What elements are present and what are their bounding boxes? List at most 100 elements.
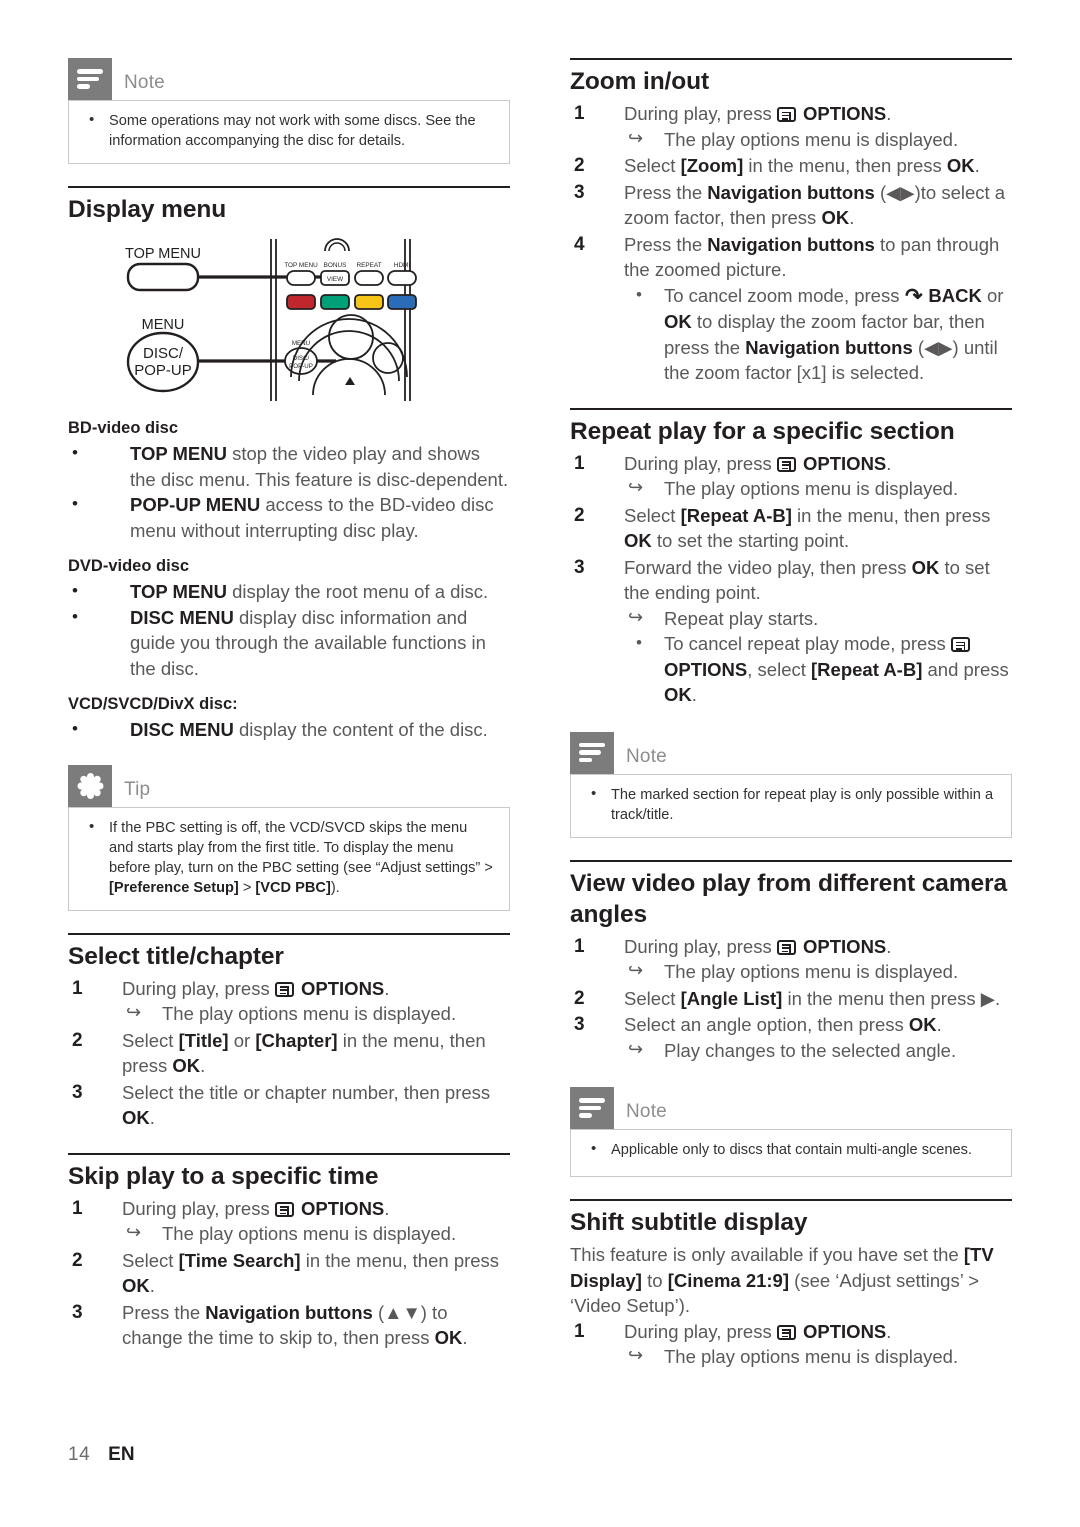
step-text: Press the Navigation buttons to pan thro…: [624, 233, 1000, 281]
note-callout-top: Note Some operations may not work with s…: [68, 58, 510, 164]
step-text: Select [Angle List] in the menu then pre…: [624, 987, 1001, 1009]
note-callout-angles: Note Applicable only to discs that conta…: [570, 1087, 1012, 1177]
tip-icon: [68, 764, 112, 807]
step-item: 1 During play, press OPTIONS.The play opt…: [68, 1196, 510, 1247]
substep-result: Play changes to the selected angle.: [624, 1037, 1012, 1064]
step-item: 1 During play, press OPTIONS.The play opt…: [68, 976, 510, 1027]
step-text: Select [Repeat A-B] in the menu, then pr…: [624, 504, 991, 552]
section-heading-shift-subtitle: Shift subtitle display: [570, 1209, 808, 1236]
step-number: 1: [72, 977, 83, 999]
section-divider: [68, 932, 510, 935]
step-item: 2 Select [Title] or [Chapter] in the menu…: [68, 1028, 510, 1079]
section-divider: [68, 186, 510, 188]
manual-page: Note Some operations may not work with s…: [0, 0, 1080, 1527]
section-heading-select-title-chapter: Select title/chapter: [68, 942, 284, 970]
svg-text:POP-UP: POP-UP: [134, 362, 192, 379]
emphasis-text: OK: [911, 556, 940, 578]
list-item: TOP MENU display the root menu of a disc…: [68, 578, 510, 605]
note-callout-body: Some operations may not work with some d…: [68, 100, 510, 164]
emphasis-text: [Preference Setup]: [109, 879, 239, 896]
page-language: EN: [108, 1444, 135, 1465]
vcd-disc-list: DISC MENU display the content of the dis…: [68, 716, 510, 743]
key-description: display the root menu of a disc.: [226, 581, 489, 602]
step-substep-list: Play changes to the selected angle.: [624, 1037, 1012, 1064]
emphasis-text: [Chapter]: [255, 1029, 338, 1051]
step-text: During play, press OPTIONS.: [624, 452, 892, 474]
substep-bullet: To cancel zoom mode, press ↶ BACK or OK …: [624, 282, 1012, 386]
emphasis-text: OPTIONS: [664, 658, 748, 680]
emphasis-text: OK: [908, 1014, 937, 1035]
shift-subtitle-intro: This feature is only available if you ha…: [570, 1244, 994, 1316]
emphasis-text: OK: [122, 1107, 150, 1128]
emphasis-text: [Cinema 21:9]: [667, 1269, 790, 1291]
step-substep-list: The play options menu is displayed.: [624, 1343, 1012, 1370]
section-heading-skip-play: Skip play to a specific time: [68, 1162, 379, 1190]
emphasis-text: OK: [434, 1327, 463, 1348]
step-number: 3: [574, 181, 585, 203]
options-button-icon: [776, 456, 796, 472]
step-number: 2: [574, 155, 585, 176]
emphasis-text: OPTIONS: [301, 977, 385, 999]
two-column-layout: Note Some operations may not work with s…: [68, 58, 1012, 1371]
note-item: Some operations may not work with some d…: [83, 110, 495, 151]
step-substep-list: To cancel zoom mode, press ↶ BACK or OK …: [624, 282, 1012, 386]
repeat-section-steps: 1 During play, press OPTIONS.The play opt…: [570, 451, 1012, 708]
step-item: 1 During play, press OPTIONS.The play opt…: [570, 101, 1012, 152]
step-item: 3 Press the Navigation buttons (◀▶)to sel…: [570, 180, 1012, 231]
substep-result: The play options menu is displayed.: [122, 1000, 510, 1027]
page-footer: 14 EN: [68, 1444, 135, 1466]
emphasis-text: OPTIONS: [803, 103, 887, 124]
dvd-video-disc-list: TOP MENU display the root menu of a disc…: [68, 578, 510, 681]
step-text: During play, press OPTIONS.: [624, 103, 892, 124]
step-text: Select [Title] or [Chapter] in the menu,…: [122, 1029, 486, 1077]
svg-text:MENU: MENU: [142, 317, 185, 333]
substep-result: The play options menu is displayed.: [624, 958, 1012, 985]
key-name: DISC MENU: [130, 719, 234, 740]
step-text: Select [Zoom] in the menu, then press OK…: [624, 155, 980, 176]
step-text: Press the Navigation buttons (◀▶)to sele…: [624, 181, 1006, 229]
back-arrow-icon: ↶: [904, 284, 923, 308]
svg-text:VIEW: VIEW: [327, 276, 344, 283]
emphasis-text: OPTIONS: [803, 452, 887, 474]
step-number: 3: [72, 1081, 83, 1103]
emphasis-text: OK: [172, 1055, 201, 1076]
step-item: 3 Press the Navigation buttons (▲▼) to ch…: [68, 1300, 510, 1351]
step-item: 1 During play, press OPTIONS.The play opt…: [570, 451, 1012, 502]
section-divider: [570, 859, 1012, 862]
step-number: 2: [574, 987, 585, 1009]
note-callout-title: Note: [626, 745, 667, 767]
options-button-icon: [776, 1324, 796, 1340]
step-text: During play, press OPTIONS.: [624, 935, 892, 957]
substep-result: The play options menu is displayed.: [624, 475, 1012, 502]
section-divider: [570, 58, 1012, 60]
tip-callout: Tip If the PBC setting is off, the VCD/S…: [68, 764, 510, 911]
emphasis-text: OPTIONS: [301, 1197, 385, 1219]
note-item: Applicable only to discs that contain mu…: [585, 1139, 997, 1160]
note-callout-header: Note: [570, 731, 1012, 774]
step-text: During play, press OPTIONS.: [122, 1197, 390, 1219]
step-number: 4: [574, 233, 585, 255]
options-button-icon: [950, 637, 970, 652]
camera-angles-steps: 1 During play, press OPTIONS.The play opt…: [570, 934, 1012, 1064]
step-substep-list: The play options menu is displayed.: [122, 1000, 510, 1027]
step-text: Press the Navigation buttons (▲▼) to cha…: [122, 1301, 468, 1349]
step-item: 2 Select [Time Search] in the menu, then …: [68, 1248, 510, 1299]
step-text: Select [Time Search] in the menu, then p…: [122, 1249, 500, 1297]
left-column: Note Some operations may not work with s…: [68, 58, 510, 1371]
note-item: The marked section for repeat play is on…: [585, 784, 997, 825]
note-callout-header: Note: [68, 58, 510, 100]
note-callout-body: The marked section for repeat play is on…: [570, 773, 1012, 838]
section-divider: [570, 407, 1012, 410]
substep-result: Repeat play starts.: [624, 605, 1012, 632]
step-number: 1: [574, 452, 585, 474]
key-name: TOP MENU: [130, 443, 227, 464]
svg-text:DISC/: DISC/: [143, 345, 184, 362]
tip-item: If the PBC setting is off, the VCD/SVCD …: [83, 817, 495, 898]
emphasis-text: Navigation buttons: [745, 336, 913, 358]
step-substep-list: The play options menu is displayed.: [624, 958, 1012, 985]
emphasis-text: [Repeat A-B]: [680, 504, 792, 526]
emphasis-text: OPTIONS: [803, 1320, 887, 1342]
step-substep-list: Repeat play starts.To cancel repeat play…: [624, 605, 1012, 708]
tip-callout-header: Tip: [68, 764, 510, 807]
emphasis-text: OPTIONS: [803, 935, 887, 957]
